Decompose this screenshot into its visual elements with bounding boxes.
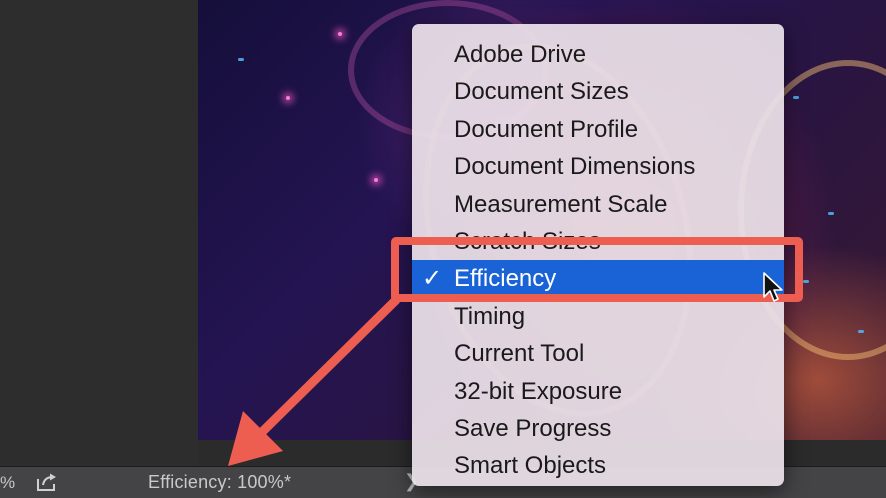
- menu-item-measurement-scale[interactable]: Measurement Scale: [412, 186, 784, 223]
- canvas-speck: [793, 96, 799, 99]
- canvas-speck: [858, 330, 864, 333]
- canvas-star: [286, 96, 290, 100]
- menu-item-label: Current Tool: [454, 340, 585, 368]
- menu-item-document-sizes[interactable]: Document Sizes: [412, 73, 784, 110]
- zoom-level-fragment[interactable]: %: [0, 473, 15, 493]
- menu-item-timing[interactable]: Timing: [412, 298, 784, 335]
- menu-item-label: 32-bit Exposure: [454, 377, 623, 405]
- mouse-pointer-icon: [763, 272, 783, 302]
- menu-item-label: Measurement Scale: [454, 190, 668, 218]
- menu-item-current-tool[interactable]: Current Tool: [412, 335, 784, 372]
- canvas-speck: [238, 58, 244, 61]
- menu-item-label: Save Progress: [454, 414, 612, 442]
- canvas-speck: [803, 280, 809, 283]
- status-info-text: Efficiency: 100%*: [148, 472, 292, 492]
- canvas-star: [374, 178, 378, 182]
- menu-item-document-profile[interactable]: Document Profile: [412, 111, 784, 148]
- annotation-highlight-box: [391, 237, 803, 302]
- canvas-star: [338, 32, 342, 36]
- canvas-speck: [828, 212, 834, 215]
- menu-item-save-progress[interactable]: Save Progress: [412, 410, 784, 447]
- menu-item-32-bit-exposure[interactable]: 32-bit Exposure: [412, 373, 784, 410]
- menu-item-adobe-drive[interactable]: Adobe Drive: [412, 36, 784, 73]
- menu-item-label: Document Dimensions: [454, 153, 696, 181]
- menu-item-smart-objects[interactable]: Smart Objects: [412, 447, 784, 484]
- menu-item-document-dimensions[interactable]: Document Dimensions: [412, 148, 784, 185]
- menu-item-label: Timing: [454, 302, 526, 330]
- share-export-icon[interactable]: [35, 472, 59, 492]
- menu-item-label: Adobe Drive: [454, 41, 587, 68]
- menu-item-label: Smart Objects: [454, 452, 607, 480]
- menu-item-label: Document Profile: [454, 115, 639, 143]
- menu-item-label: Document Sizes: [454, 78, 629, 106]
- left-panel: [0, 0, 198, 466]
